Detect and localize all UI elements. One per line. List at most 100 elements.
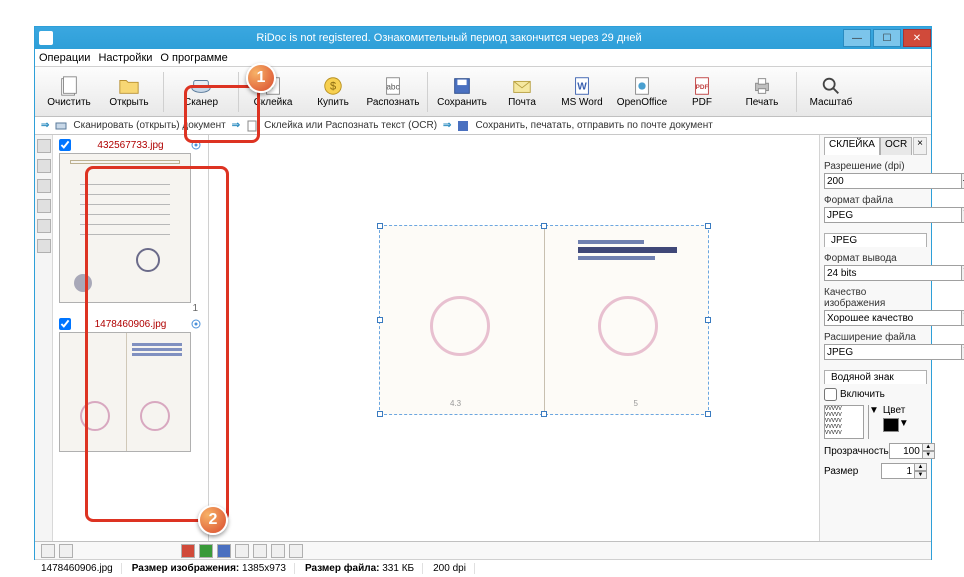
hint-scan: Сканировать (открыть) документ [73, 120, 225, 131]
hint-glue: Склейка или Распознать текст (OCR) [264, 120, 437, 131]
thumbnail-item[interactable]: 432567733.jpg 1 [59, 139, 202, 314]
zoom-button[interactable]: Масштаб [803, 69, 859, 115]
bottom-tool[interactable] [199, 544, 213, 558]
thumb-preview[interactable] [59, 332, 191, 452]
tab-ocr[interactable]: OCR [880, 137, 912, 155]
bottom-toolbar [35, 541, 931, 559]
watermark-section-tab[interactable]: Водяной знак [824, 370, 927, 384]
output-format-field: Формат вывода ▼ [824, 253, 927, 281]
minimize-button[interactable]: — [843, 29, 871, 47]
menu-operations[interactable]: Операции [39, 52, 90, 64]
mail-button[interactable]: Почта [494, 69, 550, 115]
opacity-input[interactable] [889, 443, 923, 459]
menu-settings[interactable]: Настройки [98, 52, 152, 64]
spin-up[interactable]: ▲ [923, 443, 935, 451]
scan-hint-icon [55, 120, 67, 132]
spin-up[interactable]: ▲ [915, 463, 927, 471]
arrow-icon: ⇒ [232, 120, 240, 131]
dropdown-icon[interactable]: ▼ [899, 418, 909, 432]
resolution-label: Разрешение (dpi) [824, 161, 927, 172]
properties-panel: СКЛЕЙКА OCR × Разрешение (dpi) … Формат … [819, 135, 931, 541]
pdf-button[interactable]: PDFPDF [674, 69, 730, 115]
bottom-tool[interactable] [181, 544, 195, 558]
tab-glue[interactable]: СКЛЕЙКА [824, 137, 880, 155]
msword-button[interactable]: WMS Word [554, 69, 610, 115]
bottom-tool[interactable] [289, 544, 303, 558]
hint-save: Сохранить, печатать, отправить по почте … [475, 120, 712, 131]
rail-tool[interactable] [37, 199, 51, 213]
toolbar: Очистить Открыть Сканер Склейка $Купить … [35, 67, 931, 117]
scanner-label: Сканер [184, 97, 218, 108]
maximize-button[interactable]: ☐ [873, 29, 901, 47]
resolution-input[interactable] [824, 173, 962, 189]
watermark-enable-label: Включить [840, 389, 885, 400]
dropdown-icon[interactable]: ▼ [868, 405, 879, 439]
recognize-button[interactable]: abc Распознать [365, 69, 421, 115]
spin-down[interactable]: ▼ [915, 471, 927, 479]
bottom-tool[interactable] [235, 544, 249, 558]
rail-tool[interactable] [37, 139, 51, 153]
page-num-right: 5 [634, 399, 638, 408]
open-label: Открыть [109, 97, 148, 108]
gear-icon[interactable] [190, 318, 202, 330]
bottom-tool[interactable] [217, 544, 231, 558]
openoffice-label: OpenOffice [617, 97, 667, 108]
rail-tool[interactable] [37, 239, 51, 253]
callout-1: 1 [246, 63, 276, 93]
hint-bar: ⇒ Сканировать (открыть) документ ⇒ Склей… [35, 117, 931, 135]
gear-icon[interactable] [190, 139, 202, 151]
thumbnail-panel: 432567733.jpg 1 [53, 135, 209, 541]
watermark-pattern[interactable]: VVVVV VVVVV VVVVV VVVVV VVVVV [824, 405, 864, 439]
thumbnail-item[interactable]: 1478460906.jpg [59, 318, 202, 452]
spin-down[interactable]: ▼ [923, 451, 935, 459]
document-preview[interactable]: 4.3 5 [379, 225, 709, 415]
recognize-label: Распознать [366, 97, 419, 108]
output-format-select[interactable] [824, 265, 962, 281]
extension-select[interactable] [824, 344, 962, 360]
buy-button[interactable]: $Купить [305, 69, 361, 115]
thumb-checkbox[interactable] [59, 139, 71, 151]
bottom-tool[interactable] [41, 544, 55, 558]
extension-label: Расширение файла [824, 332, 927, 343]
rail-tool[interactable] [37, 179, 51, 193]
canvas-area[interactable]: 4.3 5 [209, 135, 819, 541]
thumb-preview[interactable] [59, 153, 191, 303]
glue-label: Склейка [254, 97, 293, 108]
bottom-tool[interactable] [59, 544, 73, 558]
openoffice-button[interactable]: OpenOffice [614, 69, 670, 115]
bottom-tool[interactable] [253, 544, 267, 558]
glue-hint-icon [246, 120, 258, 132]
size-input[interactable] [881, 463, 915, 479]
print-button[interactable]: Печать [734, 69, 790, 115]
thumb-page: 1 [59, 303, 202, 314]
buy-label: Купить [317, 97, 349, 108]
rail-tool[interactable] [37, 219, 51, 233]
quality-select[interactable] [824, 310, 962, 326]
output-format-label: Формат вывода [824, 253, 927, 264]
svg-text:W: W [577, 82, 587, 93]
watermark-color-picker[interactable] [883, 418, 899, 432]
thumb-checkbox[interactable] [59, 318, 71, 330]
left-rail [35, 135, 53, 541]
status-filename: 1478460906.jpg [41, 563, 122, 574]
rail-tool[interactable] [37, 159, 51, 173]
save-button[interactable]: Сохранить [434, 69, 490, 115]
fileformat-label: Формат файла [824, 195, 927, 206]
close-button[interactable]: ✕ [903, 29, 931, 47]
quality-field: Качество изображения ▼ [824, 287, 927, 326]
fileformat-select[interactable] [824, 207, 962, 223]
watermark-enable-checkbox[interactable] [824, 388, 837, 401]
open-button[interactable]: Открыть [101, 69, 157, 115]
clear-button[interactable]: Очистить [41, 69, 97, 115]
scanner-button[interactable]: Сканер [170, 69, 232, 115]
jpeg-section-tab[interactable]: JPEG [824, 233, 927, 247]
status-bar: 1478460906.jpg Размер изображения: 1385x… [35, 559, 931, 577]
extension-field: Расширение файла ▼ [824, 332, 927, 360]
bottom-tool[interactable] [271, 544, 285, 558]
arrow-icon: ⇒ [41, 120, 49, 131]
watermark-color-label: Цвет [883, 405, 909, 416]
app-window: RiDoc is not registered. Ознакомительный… [34, 26, 932, 560]
tab-close-icon[interactable]: × [913, 137, 927, 155]
menu-about[interactable]: О программе [160, 52, 227, 64]
svg-text:abc: abc [386, 83, 399, 92]
